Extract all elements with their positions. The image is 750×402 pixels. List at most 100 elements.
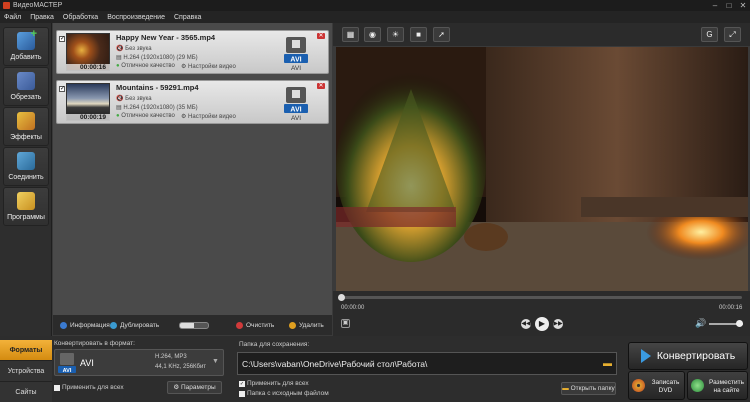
publish-label: Разместить на сайте (709, 379, 744, 394)
video-settings-link[interactable]: ⚙ Настройки видео (181, 63, 236, 70)
add-video-icon: + (17, 29, 37, 50)
convert-label: Конвертировать (656, 350, 736, 362)
video-settings-link[interactable]: ⚙ Настройки видео (181, 113, 236, 120)
current-time: 00:00:00 (341, 305, 365, 311)
checkbox-icon: ✓ (239, 380, 245, 387)
seek-bar[interactable] (340, 296, 742, 299)
open-folder-icon: ▬ (562, 385, 569, 392)
remove-file-icon[interactable]: ✕ (317, 33, 325, 39)
camera-icon[interactable]: ■ (410, 27, 427, 42)
convert-format-label: Конвертировать в формат: (54, 340, 135, 347)
quality-link[interactable]: ● Отличное качество (116, 113, 175, 119)
folder-icon[interactable]: ▬ (603, 358, 612, 368)
duplicate-button[interactable]: Дублировать (110, 321, 160, 329)
duration-label: 00:00:19 (66, 114, 110, 121)
delete-icon (289, 321, 296, 329)
tab-formats[interactable]: Форматы (0, 340, 52, 361)
video-text: H.264 (1920x1080) (35 МБ) (123, 105, 198, 111)
snapshot-icon[interactable]: ▣ (341, 319, 350, 328)
checkbox-icon (54, 384, 60, 391)
video-preview (336, 47, 748, 291)
crop-icon[interactable]: ◉ (364, 27, 381, 42)
file-name: Happy New Year - 3565.mp4 (116, 33, 216, 42)
quality-link[interactable]: ● Отличное качество (116, 63, 175, 69)
file-item[interactable]: ✓ 00:00:16 Happy New Year - 3565.mp4 🔇 Б… (56, 30, 329, 74)
duplicate-icon (110, 321, 117, 329)
left-sidebar: + Добавить Обрезать Эффекты Соединить Пр… (0, 23, 52, 336)
remove-file-icon[interactable]: ✕ (317, 83, 325, 89)
minimize-button[interactable]: – (708, 0, 722, 11)
info-label: Информация (70, 321, 110, 329)
convert-arrow-icon (640, 349, 651, 363)
info-button[interactable]: Информация (60, 321, 110, 329)
delete-button[interactable]: Удалить (289, 321, 324, 329)
file-item[interactable]: ✓ 00:00:19 Mountains - 59291.mp4 🔇 Без з… (56, 80, 329, 124)
audio-info: 🔇 Без звука (116, 46, 152, 52)
avi-format-icon[interactable]: AVI (284, 36, 308, 64)
maximize-button[interactable]: □ (722, 0, 736, 11)
programs-button[interactable]: Программы (3, 187, 49, 226)
brightness-icon[interactable]: ☀ (387, 27, 404, 42)
menu-help[interactable]: Справка (174, 14, 201, 21)
format-selector[interactable]: AVI AVI H.264, MP3 44,1 KHz, 256Кбит ▼ (54, 349, 224, 376)
menu-process[interactable]: Обработка (63, 14, 98, 21)
join-button[interactable]: Соединить (3, 147, 49, 186)
file-list: ✓ 00:00:16 Happy New Year - 3565.mp4 🔇 Б… (53, 23, 332, 315)
film-strip-icon[interactable]: ▦ (342, 27, 359, 42)
seek-handle[interactable] (338, 294, 345, 301)
dvd-icon (632, 379, 645, 392)
apply-all-folder-label: Применить для всех (247, 380, 309, 387)
view-toggle[interactable] (179, 321, 209, 329)
avi-format-icon[interactable]: AVI (284, 86, 308, 114)
cut-label: Обрезать (10, 94, 42, 101)
speed-icon[interactable]: ➚ (433, 27, 450, 42)
close-window-button[interactable]: ✕ (736, 0, 750, 11)
total-time: 00:00:16 (719, 305, 743, 311)
file-checkbox[interactable]: ✓ (59, 36, 65, 42)
source-folder-checkbox[interactable]: Папка с исходным файлом (239, 390, 329, 397)
volume-icon[interactable]: 🔊 (695, 318, 706, 329)
menu-file[interactable]: Файл (4, 14, 21, 21)
video-frame (336, 47, 748, 291)
add-label: Добавить (10, 54, 42, 61)
fullscreen-icon[interactable]: ⤢ (724, 27, 741, 42)
tab-devices[interactable]: Устройства (0, 361, 52, 382)
params-button[interactable]: ⚙ Параметры (167, 381, 222, 394)
open-folder-button[interactable]: ▬ Открыть папку (561, 382, 616, 395)
audio-text: Без звука (125, 46, 152, 52)
gif-icon[interactable]: G (701, 27, 718, 42)
save-path: C:\Users\vaban\OneDrive\Рабочий стол\Раб… (242, 359, 428, 369)
join-label: Соединить (8, 174, 44, 181)
add-button[interactable]: + Добавить (3, 27, 49, 66)
cut-button[interactable]: Обрезать (3, 67, 49, 106)
fast-forward-icon[interactable]: ▶▶ (553, 319, 563, 329)
programs-label: Программы (7, 214, 45, 221)
tab-sites[interactable]: Сайты (0, 382, 52, 402)
file-checkbox[interactable]: ✓ (59, 86, 65, 92)
join-icon (17, 152, 35, 170)
effects-label: Эффекты (10, 134, 42, 141)
duplicate-label: Дублировать (120, 321, 160, 329)
title-bar: ВидеоМАСТЕР – □ ✕ (0, 0, 750, 11)
convert-button[interactable]: Конвертировать (628, 342, 748, 370)
video-text: H.264 (1920x1080) (29 МБ) (123, 55, 198, 61)
quality-text: Отличное качество (121, 113, 175, 119)
play-icon[interactable]: ▶ (535, 317, 549, 331)
burn-dvd-button[interactable]: Записать DVD (628, 371, 685, 400)
volume-handle[interactable] (736, 320, 743, 327)
effects-button[interactable]: Эффекты (3, 107, 49, 146)
menu-playback[interactable]: Воспроизведение (107, 14, 165, 21)
clear-button[interactable]: Очистить (236, 321, 274, 329)
programs-icon (17, 192, 35, 210)
publish-button[interactable]: Разместить на сайте (687, 371, 748, 400)
apply-all-checkbox[interactable]: Применить для всех (54, 384, 124, 391)
menu-edit[interactable]: Правка (30, 14, 54, 21)
audio-info: 🔇 Без звука (116, 96, 152, 102)
save-path-field[interactable]: C:\Users\vaban\OneDrive\Рабочий стол\Раб… (237, 352, 617, 375)
cut-video-icon (17, 72, 35, 90)
settings-text: Настройки видео (188, 114, 236, 120)
video-info: ▤ H.264 (1920x1080) (29 МБ) (116, 55, 198, 61)
apply-all-folder-checkbox[interactable]: ✓ Применить для всех (239, 380, 309, 387)
burn-dvd-label: Записать DVD (651, 379, 680, 394)
rewind-icon[interactable]: ◀◀ (521, 319, 531, 329)
